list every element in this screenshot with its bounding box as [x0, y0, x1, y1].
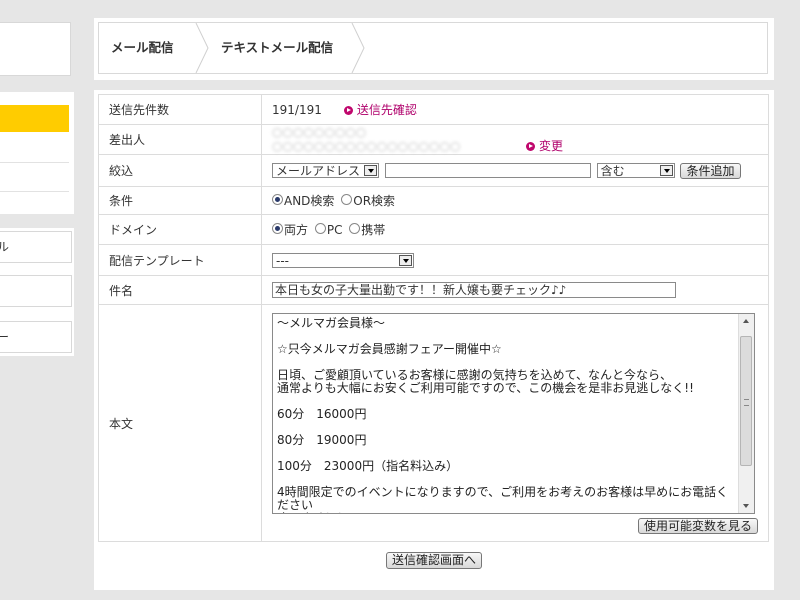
- condition-or-radio[interactable]: [341, 194, 353, 205]
- sidebar-menu: [0, 92, 74, 214]
- sidebar-item[interactable]: ル: [0, 231, 72, 263]
- template-select[interactable]: ---: [272, 252, 414, 268]
- sender-address-blurred: ○○○○○○○○○ ○○○○○○○○○○○○○○○○○○: [272, 125, 461, 153]
- form-row-recipients: 送信先件数 191/191 送信先確認: [98, 94, 769, 125]
- filter-match-select[interactable]: 含む: [596, 163, 675, 178]
- body-actions: 使用可能変数を見る: [272, 517, 758, 534]
- form-row-filter: 絞込 メールアドレス 含む 条件追加: [98, 154, 769, 187]
- sidebar-item[interactable]: [0, 275, 72, 307]
- condition-and-label: AND検索: [284, 194, 335, 208]
- form-row-sender: 差出人 ○○○○○○○○○ ○○○○○○○○○○○○○○○○○○ 変更: [98, 124, 769, 155]
- filter-text-input[interactable]: [384, 163, 591, 178]
- body-label: 本文: [98, 304, 262, 542]
- sidebar-item[interactable]: ー: [0, 321, 72, 353]
- domain-pc-radio[interactable]: [314, 223, 326, 234]
- subject-input[interactable]: 本日も女の子大量出勤です！！新人嬢も要チェック♪♪: [272, 282, 676, 298]
- arrow-circle-icon: [343, 106, 353, 115]
- condition-or-label: OR検索: [353, 194, 396, 208]
- view-variables-button[interactable]: 使用可能変数を見る: [637, 517, 758, 534]
- filter-match-select-value: 含む: [600, 164, 625, 178]
- breadcrumb-item-text-mail: テキストメール配信: [221, 40, 334, 55]
- filter-field-select-value: メールアドレス: [276, 164, 361, 178]
- body-textarea[interactable]: ～メルマガ会員様～ ☆只今メルマガ会員感謝フェアー開催中☆ 日頃、ご愛顧頂いてい…: [272, 312, 755, 514]
- template-select-value: ---: [276, 253, 289, 268]
- chevron-down-icon: [364, 165, 377, 176]
- breadcrumb: メール配信 テキストメール配信: [98, 22, 768, 74]
- template-label: 配信テンプレート: [98, 244, 262, 276]
- breadcrumb-separator-icon: [351, 23, 365, 73]
- breadcrumb-panel: メール配信 テキストメール配信: [94, 18, 774, 80]
- sidebar-top-box: [0, 22, 71, 76]
- main-panel: 送信先件数 191/191 送信先確認 差出人 ○○○○○○○○○ ○○○○○○○…: [94, 90, 774, 590]
- form-row-subject: 件名 本日も女の子大量出勤です！！新人嬢も要チェック♪♪: [98, 275, 769, 305]
- breadcrumb-item-mail-delivery[interactable]: メール配信: [111, 23, 174, 73]
- chevron-down-icon: [659, 165, 673, 176]
- filter-label: 絞込: [98, 154, 262, 187]
- recipients-value-cell: 191/191 送信先確認: [261, 94, 769, 125]
- recipients-count: 191/191: [272, 103, 322, 117]
- body-value-cell: ～メルマガ会員様～ ☆只今メルマガ会員感謝フェアー開催中☆ 日頃、ご愛顧頂いてい…: [261, 304, 769, 542]
- chevron-down-icon: [399, 254, 412, 266]
- condition-value-cell: AND検索 OR検索: [261, 186, 769, 215]
- domain-both-label: 両方: [284, 223, 309, 237]
- form-row-body: 本文 ～メルマガ会員様～ ☆只今メルマガ会員感謝フェアー開催中☆ 日頃、ご愛顧頂…: [98, 304, 769, 542]
- scroll-thumb[interactable]: [740, 335, 752, 466]
- filter-field-select[interactable]: メールアドレス: [272, 163, 379, 178]
- domain-value-cell: 両方 PC 携帯: [261, 214, 769, 245]
- sidebar-divider: [0, 191, 69, 192]
- form-row-template: 配信テンプレート ---: [98, 244, 769, 276]
- submit-area: 送信確認画面へ: [94, 552, 774, 569]
- scroll-up-arrow-icon[interactable]: [740, 313, 753, 328]
- breadcrumb-separator-icon: [195, 23, 209, 73]
- recipients-confirm-link[interactable]: 送信先確認: [357, 103, 417, 117]
- sender-value-cell: ○○○○○○○○○ ○○○○○○○○○○○○○○○○○○ 変更: [261, 124, 769, 155]
- domain-mobile-label: 携帯: [361, 223, 386, 237]
- sidebar-divider: [0, 162, 69, 163]
- sender-change-link[interactable]: 変更: [539, 139, 563, 153]
- body-text: ～メルマガ会員様～ ☆只今メルマガ会員感謝フェアー開催中☆ 日頃、ご愛顧頂いてい…: [277, 315, 729, 513]
- domain-pc-label: PC: [326, 222, 343, 237]
- subject-value-cell: 本日も女の子大量出勤です！！新人嬢も要チェック♪♪: [261, 275, 769, 305]
- body-scrollbar[interactable]: [738, 313, 754, 513]
- condition-and-radio[interactable]: [272, 194, 283, 205]
- grip-icon: [744, 398, 749, 406]
- mail-form-table: 送信先件数 191/191 送信先確認 差出人 ○○○○○○○○○ ○○○○○○○…: [98, 94, 769, 542]
- domain-label: ドメイン: [98, 214, 262, 245]
- arrow-circle-icon: [526, 142, 535, 151]
- domain-both-radio[interactable]: [272, 223, 283, 234]
- submit-confirm-button[interactable]: 送信確認画面へ: [385, 552, 482, 569]
- sidebar-block: ル ー: [0, 228, 74, 356]
- template-value-cell: ---: [261, 244, 769, 276]
- domain-mobile-radio[interactable]: [349, 223, 361, 234]
- condition-label: 条件: [98, 186, 262, 215]
- scroll-down-arrow-icon[interactable]: [740, 498, 753, 513]
- form-row-condition: 条件 AND検索 OR検索: [98, 186, 769, 215]
- subject-label: 件名: [98, 275, 262, 305]
- add-condition-button[interactable]: 条件追加: [680, 162, 741, 179]
- recipients-label: 送信先件数: [98, 94, 262, 125]
- filter-value-cell: メールアドレス 含む 条件追加: [261, 154, 769, 187]
- sender-label: 差出人: [98, 124, 262, 155]
- sidebar-item-active[interactable]: [0, 105, 69, 132]
- form-row-domain: ドメイン 両方 PC 携帯: [98, 214, 769, 245]
